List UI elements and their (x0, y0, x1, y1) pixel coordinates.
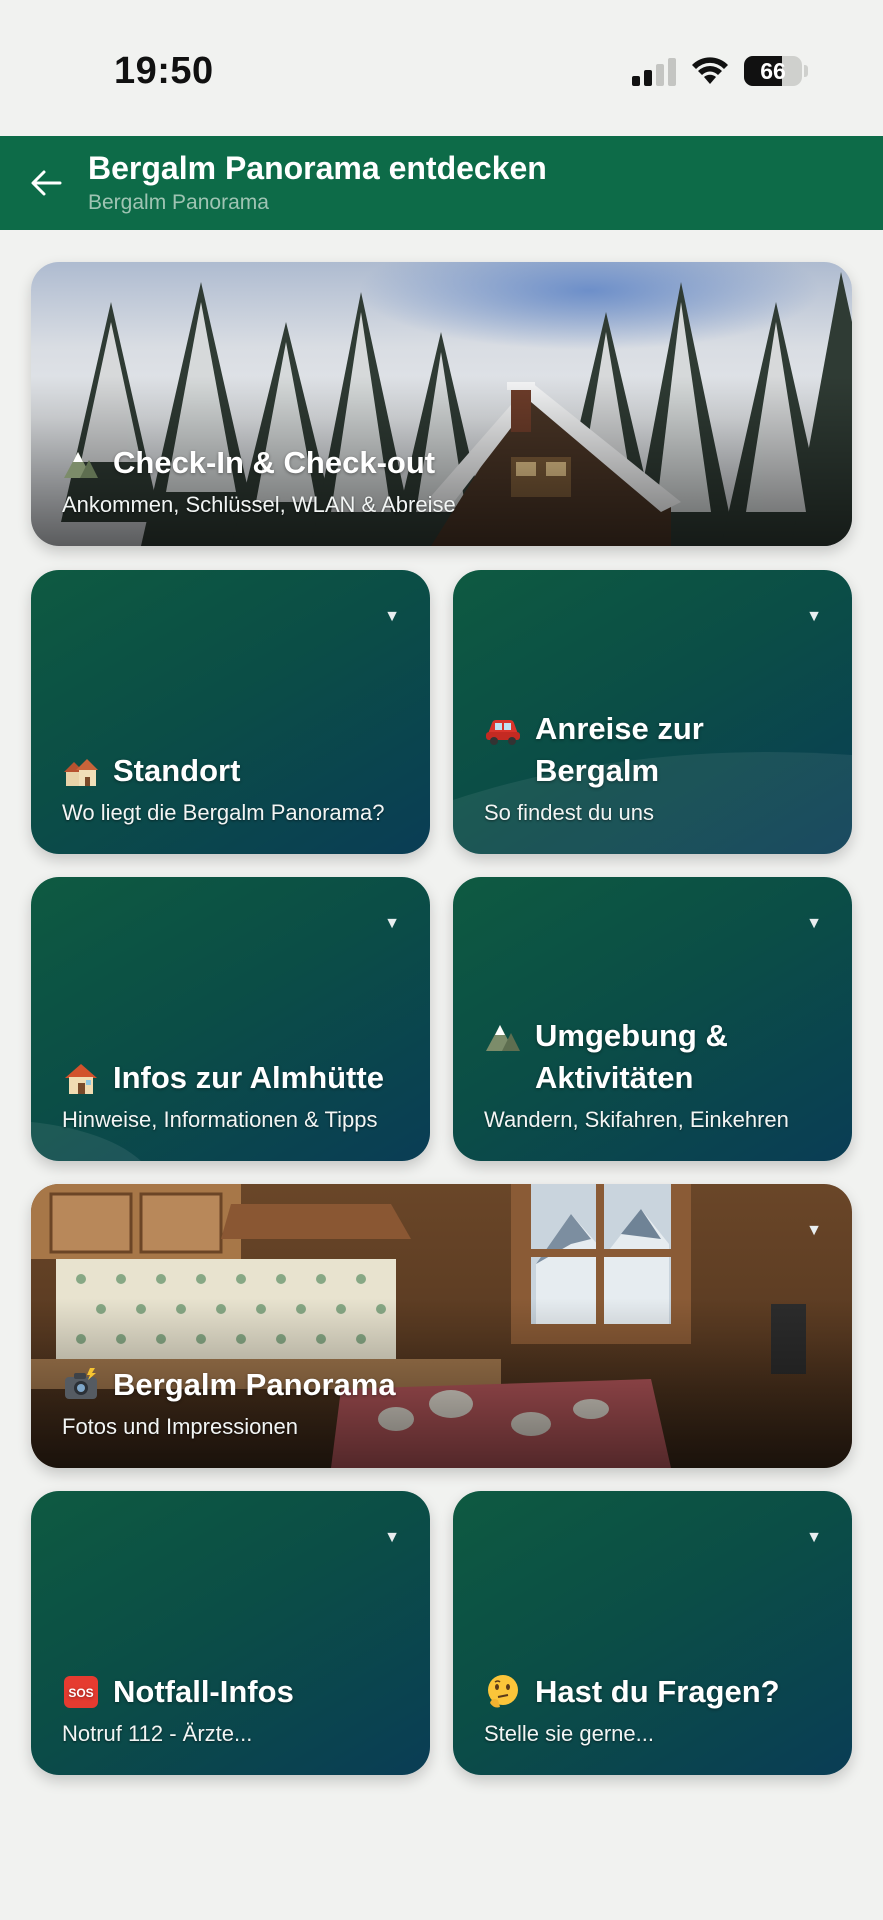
chevron-down-icon: ▼ (806, 608, 822, 625)
thinking-face-icon (488, 1675, 518, 1708)
card-notfall[interactable]: ▼ SOS Notfall-Infos Notruf 112 - Ärzte..… (31, 1491, 430, 1775)
card-subtitle: Ankommen, Schlüssel, WLAN & Abreise (62, 492, 456, 517)
card-check-in[interactable]: Check-In & Check-out Ankommen, Schlüssel… (31, 262, 852, 546)
card-title: Check-In & Check-out (62, 442, 828, 484)
card-content: Infos zur Almhütte Hinweise, Information… (62, 1057, 406, 1135)
svg-text:SOS: SOS (68, 1686, 93, 1700)
card-title: SOS Notfall-Infos (62, 1671, 406, 1713)
chevron-down-icon: ▼ (384, 915, 400, 932)
card-fragen[interactable]: ▼ Hast du Fragen? Stelle sie gerne... (453, 1491, 852, 1775)
back-arrow-icon[interactable] (22, 158, 72, 208)
card-title-text: Infos zur Almhütte (113, 1060, 384, 1095)
chevron-down-icon: ▼ (806, 1529, 822, 1546)
houses-icon (64, 759, 98, 786)
card-panorama[interactable]: ▼ Bergalm Panorama Fotos und Impressione… (31, 1184, 852, 1468)
card-standort[interactable]: ▼ Standort Wo liegt die Bergalm Panorama… (31, 570, 430, 854)
card-title-text: Check-In & Check-out (113, 445, 436, 480)
chevron-down-icon: ▼ (806, 1222, 822, 1239)
card-subtitle: Wandern, Skifahren, Einkehren (484, 1107, 789, 1132)
card-content: SOS Notfall-Infos Notruf 112 - Ärzte... (62, 1671, 406, 1749)
house-icon (65, 1064, 97, 1094)
battery-icon: 66 (744, 56, 802, 86)
card-title-text: Anreise zur Bergalm (535, 711, 704, 788)
card-content: Check-In & Check-out Ankommen, Schlüssel… (62, 442, 828, 520)
card-subtitle: So findest du uns (484, 800, 655, 825)
card-title: Bergalm Panorama (62, 1364, 828, 1406)
card-title-text: Standort (113, 753, 241, 788)
card-subtitle: Hinweise, Informationen & Tipps (62, 1107, 378, 1132)
status-bar: 19:50 66 (0, 0, 883, 136)
card-subtitle: Notruf 112 - Ärzte... (62, 1721, 253, 1746)
card-subtitle: Stelle sie gerne... (484, 1721, 654, 1746)
mountain-icon (64, 452, 98, 478)
battery-level: 66 (760, 58, 786, 84)
chevron-down-icon: ▼ (384, 1529, 400, 1546)
card-title-text: Notfall-Infos (113, 1674, 294, 1709)
page-subtitle: Bergalm Panorama (88, 191, 269, 214)
card-content: Umgebung & Aktivitäten Wandern, Skifahre… (484, 1015, 828, 1135)
card-anreise[interactable]: ▼ Anreise zur Bergalm So findest du uns (453, 570, 852, 854)
cellular-signal-icon (632, 58, 676, 86)
chevron-down-icon: ▼ (806, 915, 822, 932)
app-header: Bergalm Panorama entdecken Bergalm Panor… (0, 136, 883, 230)
card-title-text: Hast du Fragen? (535, 1674, 780, 1709)
battery-tip (804, 65, 808, 77)
sos-icon: SOS (64, 1676, 98, 1708)
card-title: Umgebung & Aktivitäten (484, 1015, 828, 1099)
card-content: Hast du Fragen? Stelle sie gerne... (484, 1671, 828, 1749)
page-title: Bergalm Panorama entdecken (88, 150, 547, 186)
card-content: Bergalm Panorama Fotos und Impressionen (62, 1364, 828, 1442)
wifi-icon (692, 57, 728, 84)
card-content: Anreise zur Bergalm So findest du uns (484, 708, 828, 828)
card-infos[interactable]: ▼ Infos zur Almhütte Hinweise, Informati… (31, 877, 430, 1161)
card-umgebung[interactable]: ▼ Umgebung & Aktivitäten Wandern, Skifah… (453, 877, 852, 1161)
car-icon (486, 720, 520, 745)
card-title: Infos zur Almhütte (62, 1057, 406, 1099)
card-title-text: Umgebung & Aktivitäten (535, 1018, 728, 1095)
card-title: Hast du Fragen? (484, 1671, 828, 1713)
mountain-icon (486, 1025, 520, 1051)
card-subtitle: Wo liegt die Bergalm Panorama? (62, 800, 385, 825)
card-title: Standort (62, 750, 406, 792)
card-content: Standort Wo liegt die Bergalm Panorama? (62, 750, 406, 828)
card-title-text: Bergalm Panorama (113, 1367, 396, 1402)
camera-flash-icon (65, 1368, 97, 1399)
status-time: 19:50 (114, 50, 214, 92)
card-title: Anreise zur Bergalm (484, 708, 828, 792)
chevron-down-icon: ▼ (384, 608, 400, 625)
card-subtitle: Fotos und Impressionen (62, 1414, 299, 1439)
